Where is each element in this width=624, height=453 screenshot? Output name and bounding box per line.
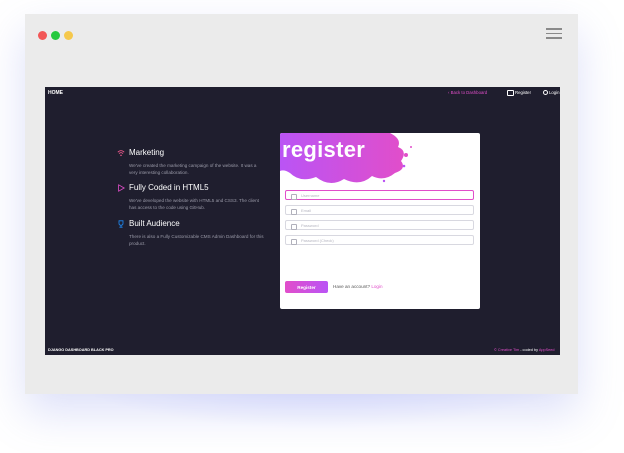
feature-title: Fully Coded in HTML5 [129,183,209,192]
login-link[interactable]: Login [371,284,382,289]
password-check-field[interactable] [285,235,474,245]
trophy-icon [118,220,124,228]
feature-text: We've developed the website with HTML5 a… [129,198,259,210]
register-title: register [282,137,366,162]
footer-brand: DJANGO DASHBOARD BLACK PRO [48,348,114,352]
nav-login-label: Login [549,90,560,95]
username-input[interactable] [301,191,466,199]
triangle-icon [118,184,125,192]
have-account-label: Have an account? [333,284,371,289]
feature-text: We've created the marketing campaign of … [129,163,257,175]
coded-by-label: - coded by [519,348,539,352]
laptop-icon [507,90,514,96]
feature-text: There is also a Fully Customizable CMS A… [129,234,264,246]
lock-icon [291,238,297,245]
wifi-icon [117,150,125,157]
back-to-dashboard-link[interactable]: ‹ Back to Dashboard [448,90,487,95]
register-card: register Register Have an account? Login [280,133,480,309]
email-icon [291,208,297,215]
password-field[interactable] [285,220,474,230]
minimize-window-dot[interactable] [64,31,73,40]
appseed-link[interactable]: AppSeed [539,348,555,352]
back-to-dashboard-label: Back to Dashboard [450,90,488,95]
feature-title: Marketing [129,148,165,157]
maximize-window-dot[interactable] [51,31,60,40]
feature-audience: Built Audience There is also a Fully Cus… [118,219,264,247]
user-icon [291,193,297,200]
close-window-dot[interactable] [38,31,47,40]
password-input[interactable] [301,221,466,229]
password-check-input[interactable] [301,236,466,244]
creative-tim-link[interactable]: Creative Tim [498,348,519,352]
nav-login-link[interactable]: Login [543,90,560,96]
email-input[interactable] [301,206,466,214]
nav-register-label: Register [515,90,532,96]
top-navbar: HOME ‹ Back to Dashboard Register Login [45,87,560,101]
have-account-text: Have an account? Login [333,284,383,289]
email-field[interactable] [285,205,474,215]
register-button[interactable]: Register [285,281,328,293]
hamburger-icon[interactable] [546,28,562,39]
app-screen: HOME ‹ Back to Dashboard Register Login … [45,87,560,355]
lock-icon [291,223,297,230]
user-icon [543,90,548,96]
username-field[interactable] [285,190,474,200]
feature-marketing: Marketing We've created the marketing ca… [117,148,264,176]
feature-html5: Fully Coded in HTML5 We've developed the… [118,183,264,211]
copyright-symbol: © [494,348,497,352]
footer-credits: © Creative Tim - coded by AppSeed [494,348,554,352]
feature-title: Built Audience [129,219,180,228]
nav-register-link[interactable]: Register [507,90,531,96]
navbar-brand[interactable]: HOME [48,90,63,96]
